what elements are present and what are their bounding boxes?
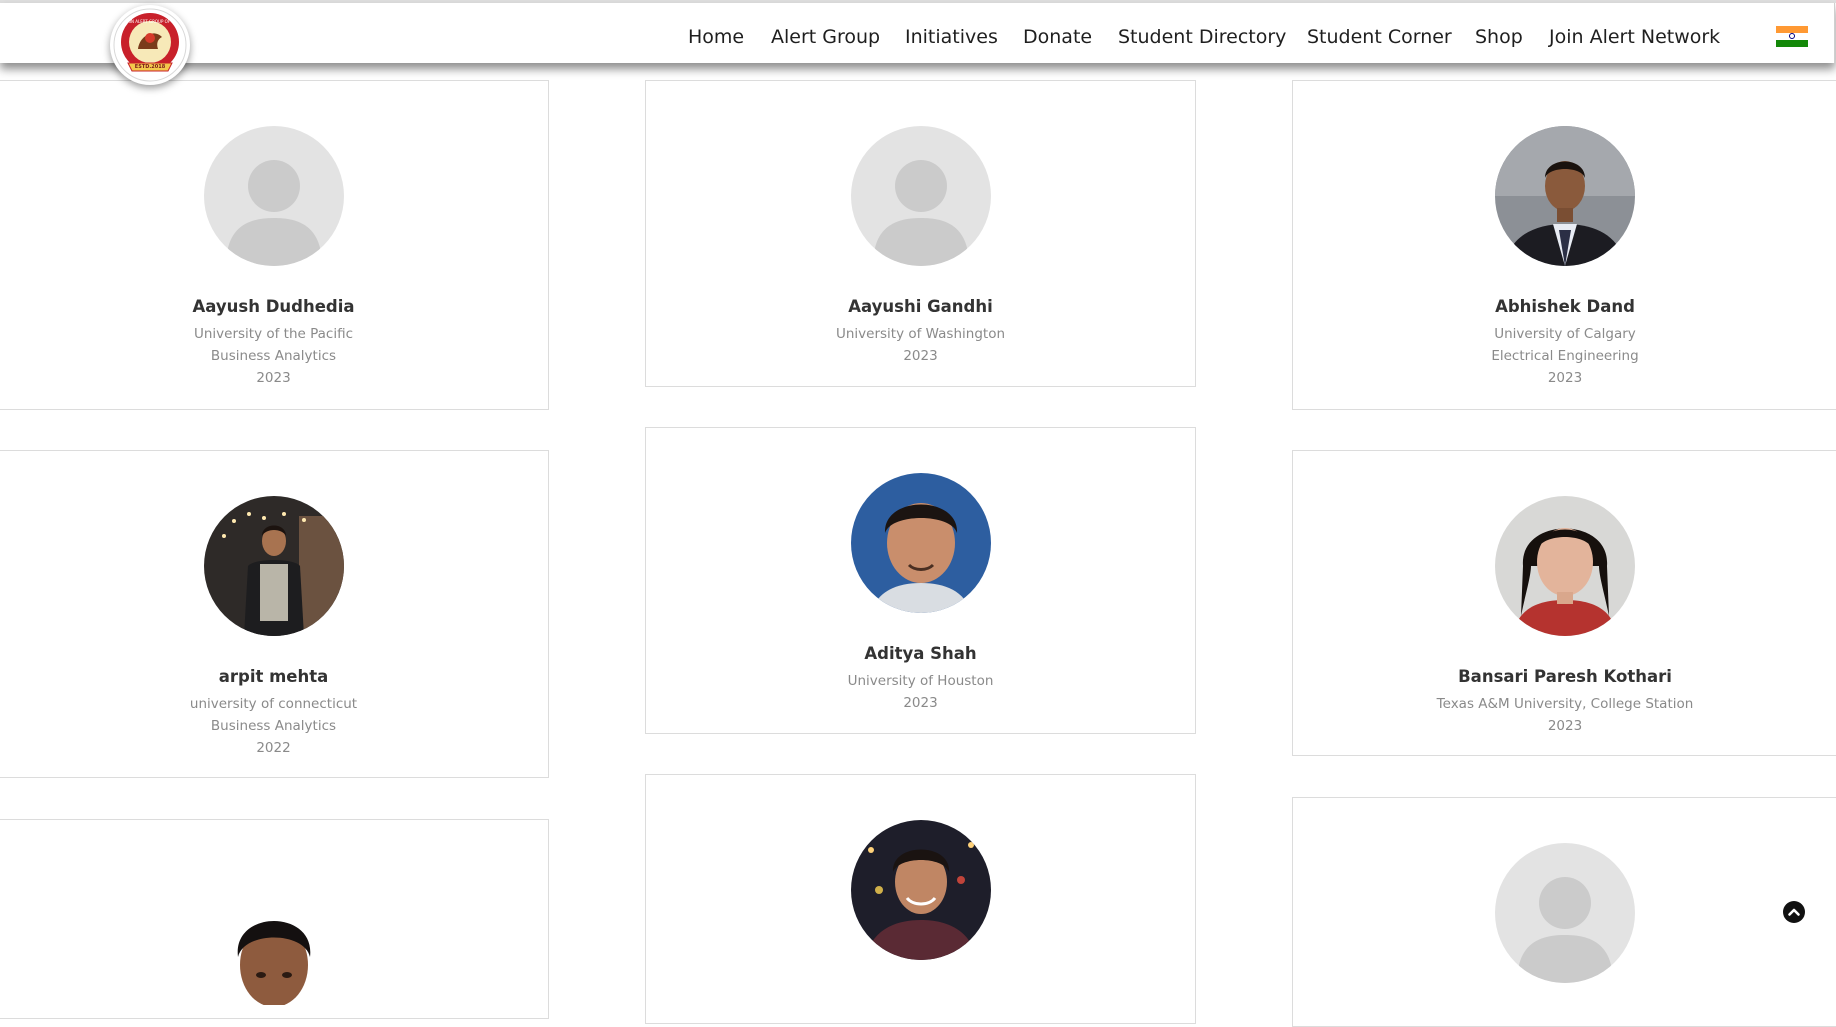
flag-stripe-white — [1776, 33, 1808, 40]
nav-initiatives[interactable]: Initiatives — [905, 26, 998, 48]
student-year: 2023 — [903, 348, 938, 364]
student-university: University of Calgary — [1494, 326, 1636, 342]
student-name[interactable]: Aayushi Gandhi — [646, 297, 1195, 316]
student-major: Business Analytics — [210, 348, 337, 364]
logo-text-top: JAIN ALERT GROUP OF USA — [126, 19, 174, 24]
student-university: university of connecticut — [189, 696, 358, 712]
student-major: Business Analytics — [210, 718, 337, 734]
flag-stripe-green — [1776, 40, 1808, 47]
student-university: University of Houston — [847, 673, 994, 689]
student-name[interactable]: Aditya Shah — [646, 644, 1195, 663]
student-major: Electrical Engineering — [1491, 348, 1639, 364]
avatar — [203, 496, 344, 636]
avatar — [1495, 126, 1635, 266]
student-photo — [1495, 126, 1635, 266]
logo-emblem-icon — [113, 8, 187, 82]
user-silhouette-icon — [203, 126, 344, 266]
student-card[interactable] — [1292, 797, 1836, 1027]
student-university: University of the Pacific — [193, 326, 354, 342]
avatar — [1495, 843, 1635, 983]
student-year: 2022 — [256, 740, 291, 756]
student-card[interactable] — [0, 819, 549, 1019]
student-year: 2023 — [1547, 370, 1583, 386]
student-photo — [1495, 496, 1635, 636]
student-card[interactable]: arpit mehta university of connecticut Bu… — [0, 450, 549, 778]
avatar — [203, 865, 344, 1007]
logo-text-bottom: ESTD.2018 — [134, 64, 166, 70]
india-flag-icon[interactable] — [1776, 26, 1808, 47]
avatar — [203, 126, 344, 266]
scroll-to-top-button[interactable] — [1783, 901, 1805, 923]
student-university: Texas A&M University, College Station — [1436, 696, 1694, 712]
student-card[interactable]: Aayushi Gandhi University of Washington … — [645, 80, 1196, 387]
student-card[interactable]: Abhishek Dand University of Calgary Elec… — [1292, 80, 1836, 410]
student-card[interactable]: Aayush Dudhedia University of the Pacifi… — [0, 80, 549, 410]
nav-student-corner[interactable]: Student Corner — [1307, 26, 1452, 48]
user-silhouette-icon — [850, 126, 991, 266]
student-name[interactable]: Bansari Paresh Kothari — [1293, 667, 1836, 686]
nav-join-alert-network[interactable]: Join Alert Network — [1549, 26, 1720, 48]
nav-home[interactable]: Home — [688, 26, 744, 48]
site-header: Home Alert Group Initiatives Donate Stud… — [0, 3, 1835, 63]
chevron-up-circle-icon — [1788, 908, 1800, 916]
student-photo — [203, 865, 344, 1007]
student-name[interactable]: arpit mehta — [0, 667, 548, 686]
nav-shop[interactable]: Shop — [1475, 26, 1523, 48]
avatar — [850, 126, 991, 266]
student-year: 2023 — [1547, 718, 1583, 734]
student-card[interactable] — [645, 774, 1196, 1024]
avatar — [850, 820, 991, 960]
user-silhouette-icon — [1495, 843, 1635, 983]
ashoka-chakra-icon — [1789, 33, 1795, 39]
nav-alert-group[interactable]: Alert Group — [771, 26, 880, 48]
nav-donate[interactable]: Donate — [1023, 26, 1092, 48]
student-photo — [850, 473, 991, 613]
student-card[interactable]: Aditya Shah University of Houston 2023 — [645, 427, 1196, 734]
avatar — [850, 473, 991, 613]
student-photo — [850, 820, 991, 960]
flag-stripe-saffron — [1776, 26, 1808, 33]
student-year: 2023 — [256, 370, 291, 386]
student-year: 2023 — [903, 695, 938, 711]
nav-student-directory[interactable]: Student Directory — [1118, 26, 1286, 48]
avatar — [1495, 496, 1635, 636]
site-logo[interactable]: JAIN ALERT GROUP OF USA ESTD.2018 — [110, 5, 190, 85]
student-photo — [203, 496, 344, 636]
student-name[interactable]: Abhishek Dand — [1293, 297, 1836, 316]
student-university: University of Washington — [835, 326, 1006, 342]
student-name[interactable]: Aayush Dudhedia — [0, 297, 548, 316]
student-card[interactable]: Bansari Paresh Kothari Texas A&M Univers… — [1292, 450, 1836, 756]
